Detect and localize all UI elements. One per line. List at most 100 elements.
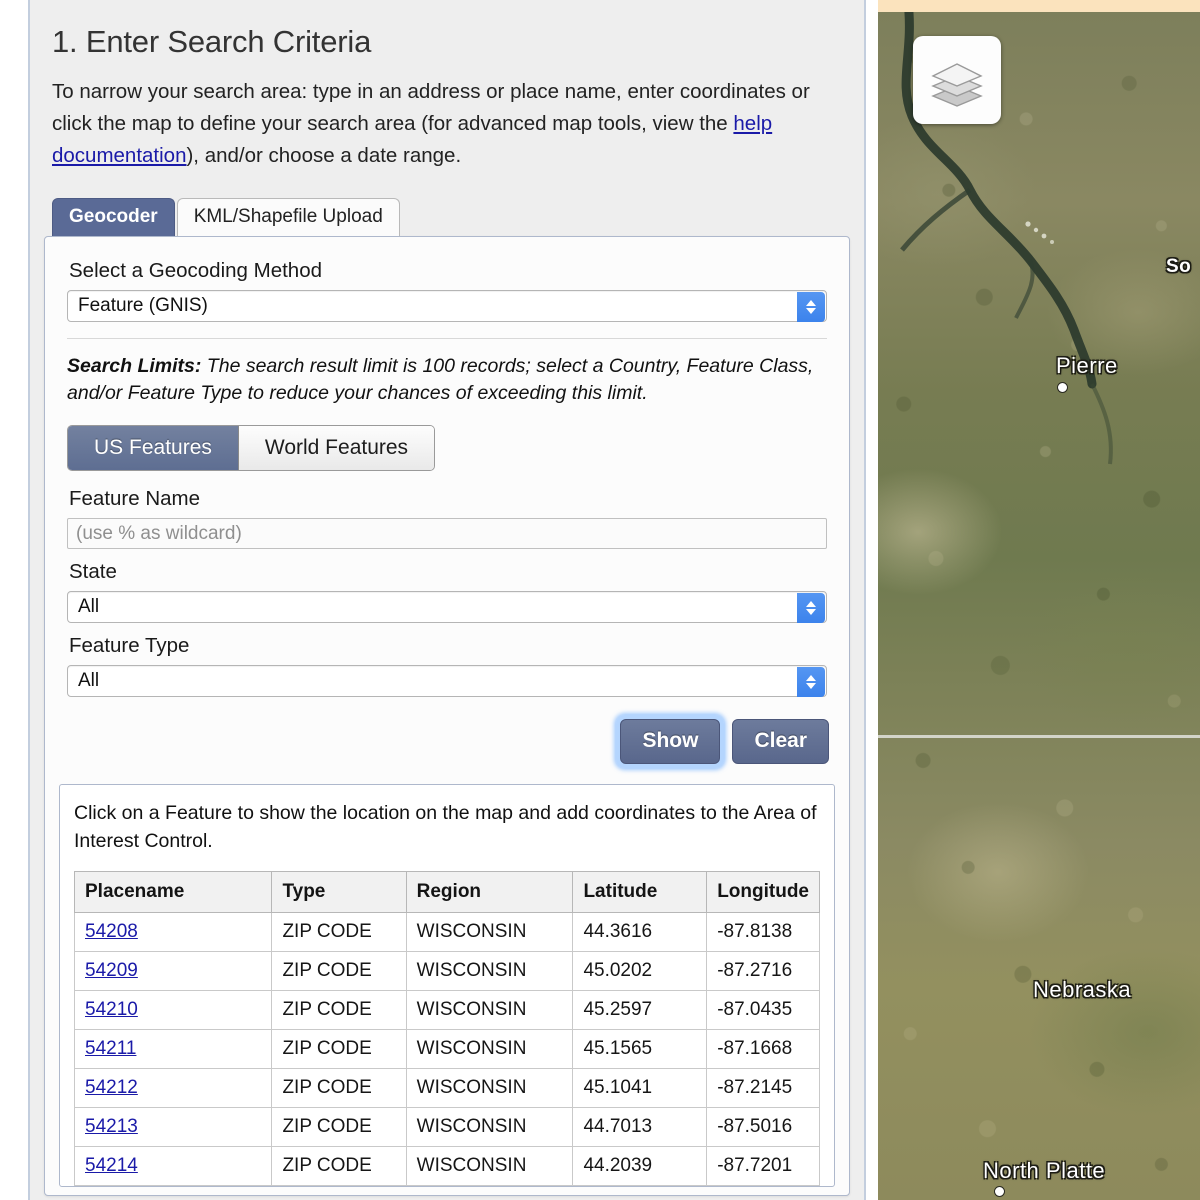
cell-latitude: 44.3616 [572, 912, 708, 952]
cell-latitude: 44.7013 [572, 1107, 708, 1147]
cell-latitude: 45.2597 [572, 990, 708, 1030]
show-button[interactable]: Show [620, 719, 721, 764]
cell-type: ZIP CODE [271, 1068, 407, 1108]
table-row[interactable]: 54210 ZIP CODE WISCONSIN 45.2597 -87.0435 [73, 990, 820, 1030]
results-table-body: 54208 ZIP CODE WISCONSIN 44.3616 -87.8138 542… [73, 912, 820, 1186]
chevron-updown-icon[interactable] [797, 667, 825, 697]
state-label: State [69, 560, 117, 583]
cell-region: WISCONSIN [405, 1029, 574, 1069]
cell-placename[interactable]: 54213 [73, 1107, 273, 1147]
results-table-head: Placename Type Region Latitude Longitude [73, 871, 820, 913]
feature-type-select[interactable]: All [67, 665, 827, 697]
state-select[interactable]: All [67, 591, 827, 623]
cell-longitude: -87.2145 [706, 1068, 820, 1108]
cell-placename[interactable]: 54210 [73, 990, 273, 1030]
state-boundary-line [878, 735, 1200, 738]
table-row[interactable]: 54212 ZIP CODE WISCONSIN 45.1041 -87.2145 [73, 1068, 820, 1108]
cell-latitude: 44.2039 [572, 1146, 708, 1186]
app-root: 1. Enter Search Criteria To narrow your … [0, 0, 1200, 1200]
geocoder-action-row: Show Clear [45, 697, 849, 784]
placename-link[interactable]: 54209 [85, 960, 138, 981]
cell-region: WISCONSIN [405, 1146, 574, 1186]
intro-paragraph: To narrow your search area: type in an a… [52, 76, 842, 172]
feature-type-label: Feature Type [69, 634, 190, 657]
table-row[interactable]: 54214 ZIP CODE WISCONSIN 44.2039 -87.7201 [73, 1146, 820, 1186]
cell-region: WISCONSIN [405, 1068, 574, 1108]
world-features-button[interactable]: World Features [238, 426, 435, 470]
map-toolbar-strip [878, 0, 1200, 12]
tab-geocoder[interactable]: Geocoder [52, 198, 175, 236]
state-value: All [78, 596, 100, 617]
geocoding-method-select[interactable]: Feature (GNIS) [67, 290, 827, 322]
page-title: 1. Enter Search Criteria [52, 24, 372, 59]
placename-link[interactable]: 54208 [85, 921, 138, 942]
cell-placename[interactable]: 54209 [73, 951, 273, 991]
cell-type: ZIP CODE [271, 1146, 407, 1186]
chevron-updown-icon[interactable] [797, 292, 825, 322]
map-panel[interactable]: So Pierre Nebraska North Platte [878, 0, 1200, 1200]
feature-type-value: All [78, 670, 100, 691]
geocoder-tab-panel: Select a Geocoding Method Feature (GNIS)… [44, 236, 850, 1196]
north-platte-label: North Platte [983, 1158, 1106, 1183]
south-dakota-label: So [1166, 256, 1192, 277]
cell-longitude: -87.0435 [706, 990, 820, 1030]
results-table: Placename Type Region Latitude Longitude… [73, 871, 820, 1186]
table-row[interactable]: 54209 ZIP CODE WISCONSIN 45.0202 -87.2716 [73, 951, 820, 991]
column-header-type[interactable]: Type [271, 871, 407, 913]
cell-region: WISCONSIN [405, 990, 574, 1030]
clear-button[interactable]: Clear [732, 719, 829, 764]
cell-longitude: -87.2716 [706, 951, 820, 991]
placename-link[interactable]: 54210 [85, 999, 138, 1020]
column-header-placename[interactable]: Placename [73, 871, 273, 913]
table-header-row: Placename Type Region Latitude Longitude [73, 871, 820, 913]
tab-kml-shapefile-upload[interactable]: KML/Shapefile Upload [176, 198, 400, 236]
cell-type: ZIP CODE [271, 951, 407, 991]
feature-scope-toggle-group: US Features World Features [67, 425, 436, 471]
results-hint: Click on a Feature to show the location … [74, 802, 817, 852]
divider [67, 338, 827, 339]
table-row[interactable]: 54213 ZIP CODE WISCONSIN 44.7013 -87.5016 [73, 1107, 820, 1147]
chevron-updown-icon[interactable] [797, 593, 825, 623]
feature-name-label: Feature Name [69, 487, 201, 510]
table-row[interactable]: 54208 ZIP CODE WISCONSIN 44.3616 -87.8138 [73, 912, 820, 952]
intro-text-part1: To narrow your search area: type in an a… [52, 80, 810, 135]
table-row[interactable]: 54211 ZIP CODE WISCONSIN 45.1565 -87.1668 [73, 1029, 820, 1069]
cell-region: WISCONSIN [405, 912, 574, 952]
column-header-latitude[interactable]: Latitude [572, 871, 708, 913]
placename-link[interactable]: 54211 [85, 1038, 136, 1059]
geocoder-results-box: Click on a Feature to show the location … [59, 784, 835, 1187]
search-limits-note: Search Limits: The search result limit i… [67, 353, 827, 407]
cell-placename[interactable]: 54214 [73, 1146, 273, 1186]
layers-icon[interactable] [913, 36, 1001, 124]
pierre-label: Pierre [1056, 353, 1118, 378]
cell-longitude: -87.8138 [706, 912, 820, 952]
cell-latitude: 45.1565 [572, 1029, 708, 1069]
cell-latitude: 45.1041 [572, 1068, 708, 1108]
placename-link[interactable]: 54214 [85, 1155, 138, 1176]
feature-name-input[interactable] [67, 518, 827, 549]
us-features-button[interactable]: US Features [68, 426, 239, 470]
cell-longitude: -87.7201 [706, 1146, 820, 1186]
intro-text-part2: ), and/or choose a date range. [186, 144, 462, 167]
geocoding-method-value: Feature (GNIS) [78, 295, 208, 316]
cell-latitude: 45.0202 [572, 951, 708, 991]
placename-link[interactable]: 54213 [85, 1116, 138, 1137]
column-header-longitude[interactable]: Longitude [706, 871, 820, 913]
pierre-dot [1057, 382, 1068, 393]
cell-placename[interactable]: 54208 [73, 912, 273, 952]
cell-region: WISCONSIN [405, 1107, 574, 1147]
river-overlay [900, 12, 1113, 465]
placename-link[interactable]: 54212 [85, 1077, 138, 1098]
geocoder-tab-strip: Geocoder KML/Shapefile Upload [52, 198, 864, 236]
geocoding-method-group: Select a Geocoding Method Feature (GNIS)… [45, 259, 849, 697]
cell-type: ZIP CODE [271, 1029, 407, 1069]
cell-placename[interactable]: 54212 [73, 1068, 273, 1108]
cell-placename[interactable]: 54211 [73, 1029, 273, 1069]
column-header-region[interactable]: Region [405, 871, 574, 913]
cell-type: ZIP CODE [271, 1107, 407, 1147]
cell-type: ZIP CODE [271, 912, 407, 952]
show-button-focus-ring: Show [616, 715, 725, 768]
north-platte-dot [994, 1186, 1005, 1197]
